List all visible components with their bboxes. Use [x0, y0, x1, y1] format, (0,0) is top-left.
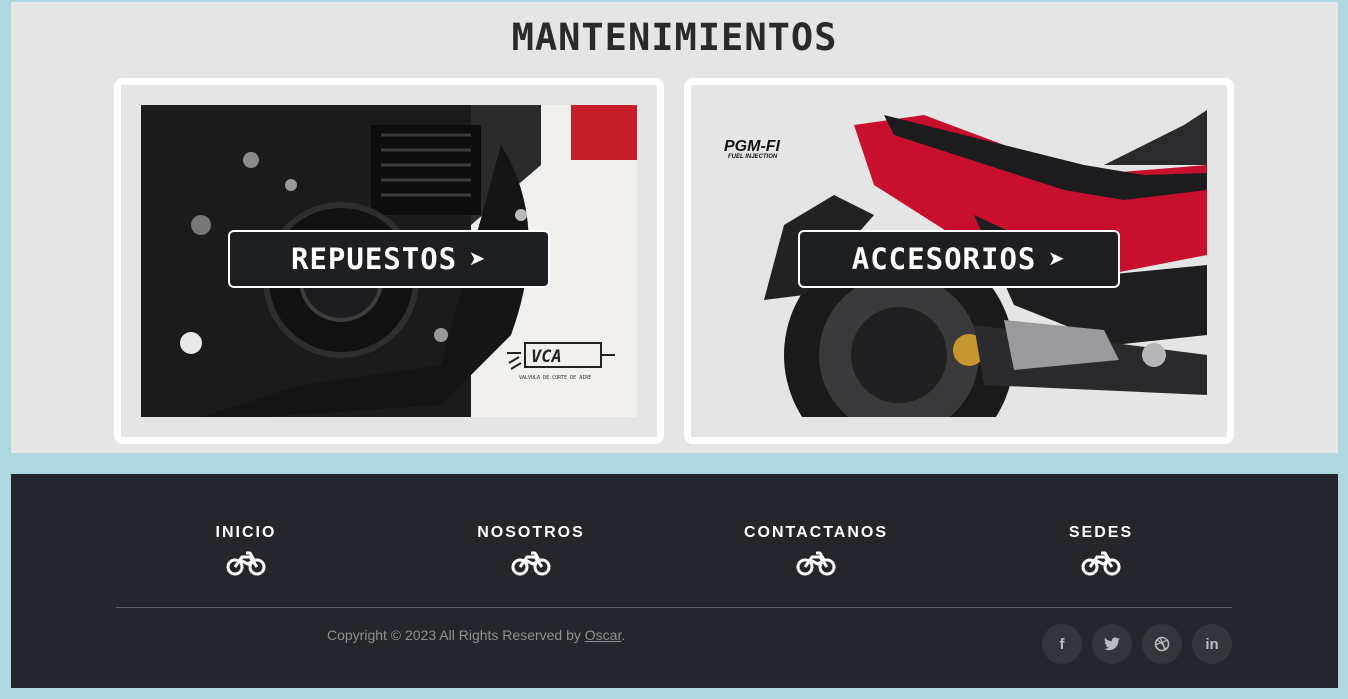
section-title: MANTENIMIENTOS: [511, 16, 838, 59]
twitter-icon[interactable]: [1092, 624, 1132, 664]
footer-nav-label: INICIO: [215, 524, 277, 541]
card-repuestos[interactable]: VCA VALVULA DE CORTE DE AIRE REPUESTOS ➤: [114, 78, 664, 444]
footer-nav-contactanos[interactable]: CONTACTANOS: [706, 524, 926, 576]
motorcycle-icon: [1081, 551, 1121, 576]
site-footer: INICIO NOSOTROS CONTACTANOS SEDES Copyri…: [11, 474, 1338, 688]
vca-logo-text: VCA: [531, 347, 562, 367]
accesorios-button[interactable]: ACCESORIOS ➤: [798, 230, 1120, 288]
dribbble-icon[interactable]: [1142, 624, 1182, 664]
footer-nav-sedes[interactable]: SEDES: [991, 524, 1211, 576]
copyright-suffix: .: [621, 627, 626, 643]
arrow-right-icon: ➤: [469, 242, 487, 276]
arrow-right-icon: ➤: [1048, 242, 1067, 276]
footer-nav-nosotros[interactable]: NOSOTROS: [421, 524, 641, 576]
copyright-text: Copyright © 2023 All Rights Reserved by …: [327, 627, 625, 643]
motorcycle-icon: [796, 551, 836, 576]
accesorios-button-label: ACCESORIOS: [851, 242, 1037, 276]
repuestos-button-label: REPUESTOS: [291, 242, 458, 276]
motorcycle-icon: [226, 551, 266, 576]
footer-nav-label: CONTACTANOS: [743, 524, 889, 541]
footer-divider: [116, 607, 1232, 608]
maintenance-section: MANTENIMIENTOS VCA VALVULA DE CORTE DE A…: [11, 2, 1338, 453]
footer-nav-inicio[interactable]: INICIO: [136, 524, 356, 576]
card-accesorios[interactable]: PGM-FI FUEL INJECTION ACCESORIOS ➤: [684, 78, 1234, 444]
motorcycle-icon: [511, 551, 551, 576]
linkedin-icon[interactable]: in: [1192, 624, 1232, 664]
pgmfi-logo-subtext: FUEL INJECTION: [728, 154, 778, 160]
pgmfi-logo-text: PGM-FI: [724, 138, 781, 155]
vca-logo-subtext: VALVULA DE CORTE DE AIRE: [519, 375, 591, 381]
repuestos-button[interactable]: REPUESTOS ➤: [228, 230, 550, 288]
copyright-prefix: Copyright © 2023 All Rights Reserved by: [327, 627, 585, 643]
footer-nav-label: SEDES: [1068, 524, 1134, 541]
author-link[interactable]: Oscar: [585, 627, 622, 643]
facebook-icon[interactable]: f: [1042, 624, 1082, 664]
footer-nav-label: NOSOTROS: [477, 524, 585, 541]
